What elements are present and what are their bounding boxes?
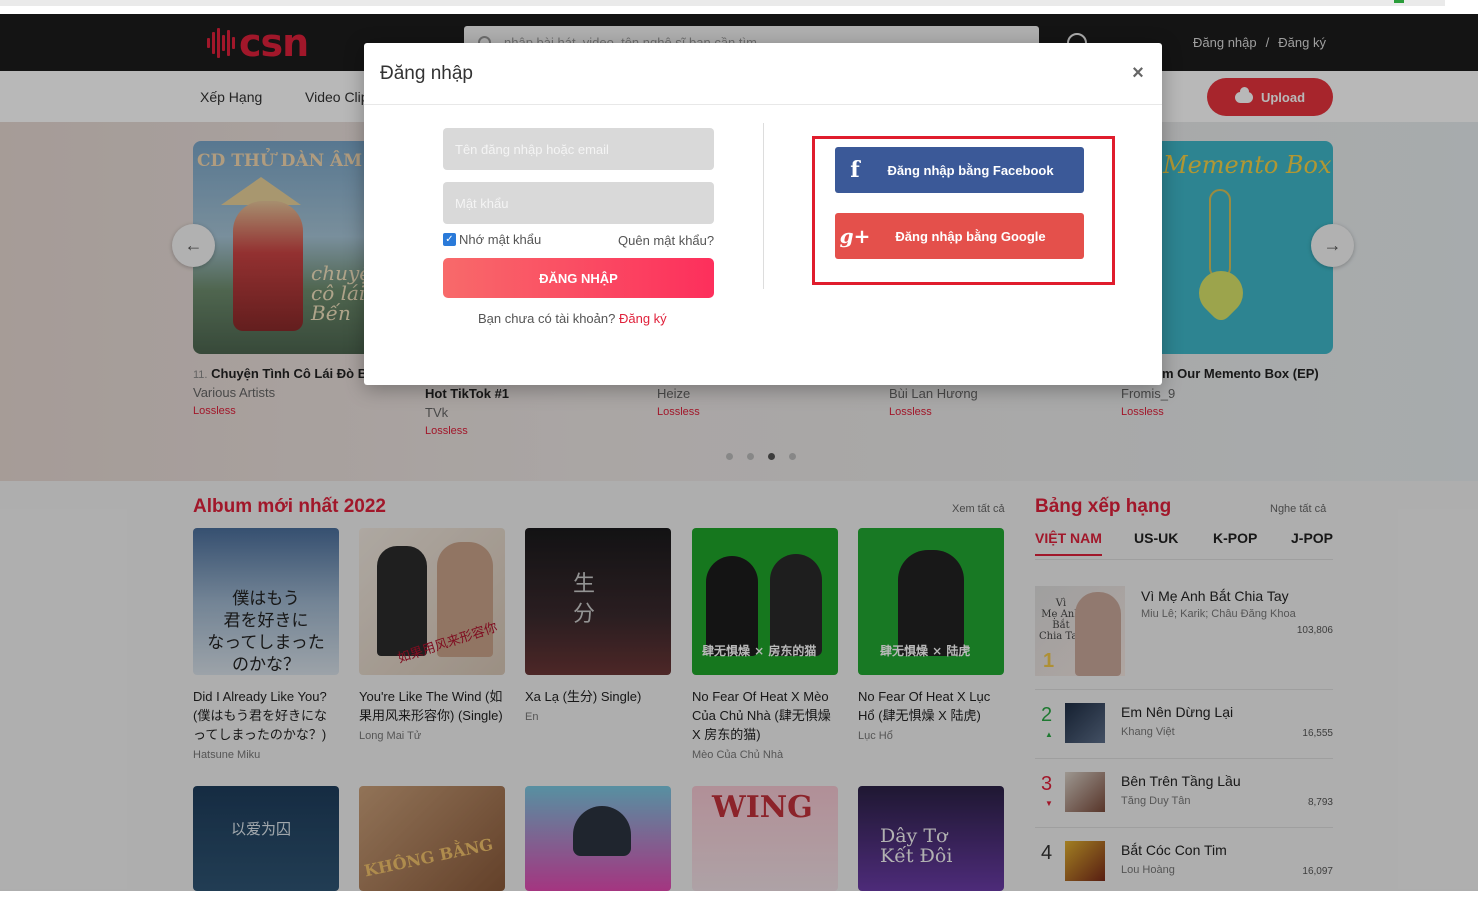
no-account-text: Bạn chưa có tài khoản? xyxy=(478,311,616,326)
google-plus-icon: g+ xyxy=(839,224,871,248)
login-submit-label: ĐĂNG NHẬP xyxy=(539,270,618,286)
facebook-login-label: Đăng nhập bằng Facebook xyxy=(887,162,1054,178)
signup-line: Bạn chưa có tài khoản? Đăng ký xyxy=(478,311,667,326)
bottom-strip xyxy=(0,891,1478,897)
modal-divider xyxy=(763,123,764,289)
google-login-label: Đăng nhập bằng Google xyxy=(895,228,1046,244)
facebook-icon: f xyxy=(850,157,860,183)
remember-label: Nhớ mật khẩu xyxy=(459,232,542,247)
checkbox-checked-icon: ✓ xyxy=(443,233,456,246)
password-input[interactable] xyxy=(443,182,714,224)
close-button[interactable]: × xyxy=(1129,62,1147,84)
login-modal: Đăng nhập × ✓ Nhớ mật khẩu Quên mật khẩu… xyxy=(364,43,1162,385)
facebook-login-button[interactable]: f Đăng nhập bằng Facebook xyxy=(835,147,1084,193)
login-submit-button[interactable]: ĐĂNG NHẬP xyxy=(443,258,714,298)
browser-status-indicator xyxy=(1394,0,1404,3)
google-login-button[interactable]: g+ Đăng nhập bằng Google xyxy=(835,213,1084,259)
forgot-password-link[interactable]: Quên mật khẩu? xyxy=(618,233,714,248)
browser-strip xyxy=(0,0,1478,14)
modal-title: Đăng nhập xyxy=(380,63,473,84)
browser-strip-bar xyxy=(0,0,1445,6)
username-input[interactable] xyxy=(443,128,714,170)
signup-link[interactable]: Đăng ký xyxy=(619,311,667,326)
remember-checkbox[interactable]: ✓ Nhớ mật khẩu xyxy=(443,232,541,247)
modal-header: Đăng nhập × xyxy=(364,43,1162,105)
